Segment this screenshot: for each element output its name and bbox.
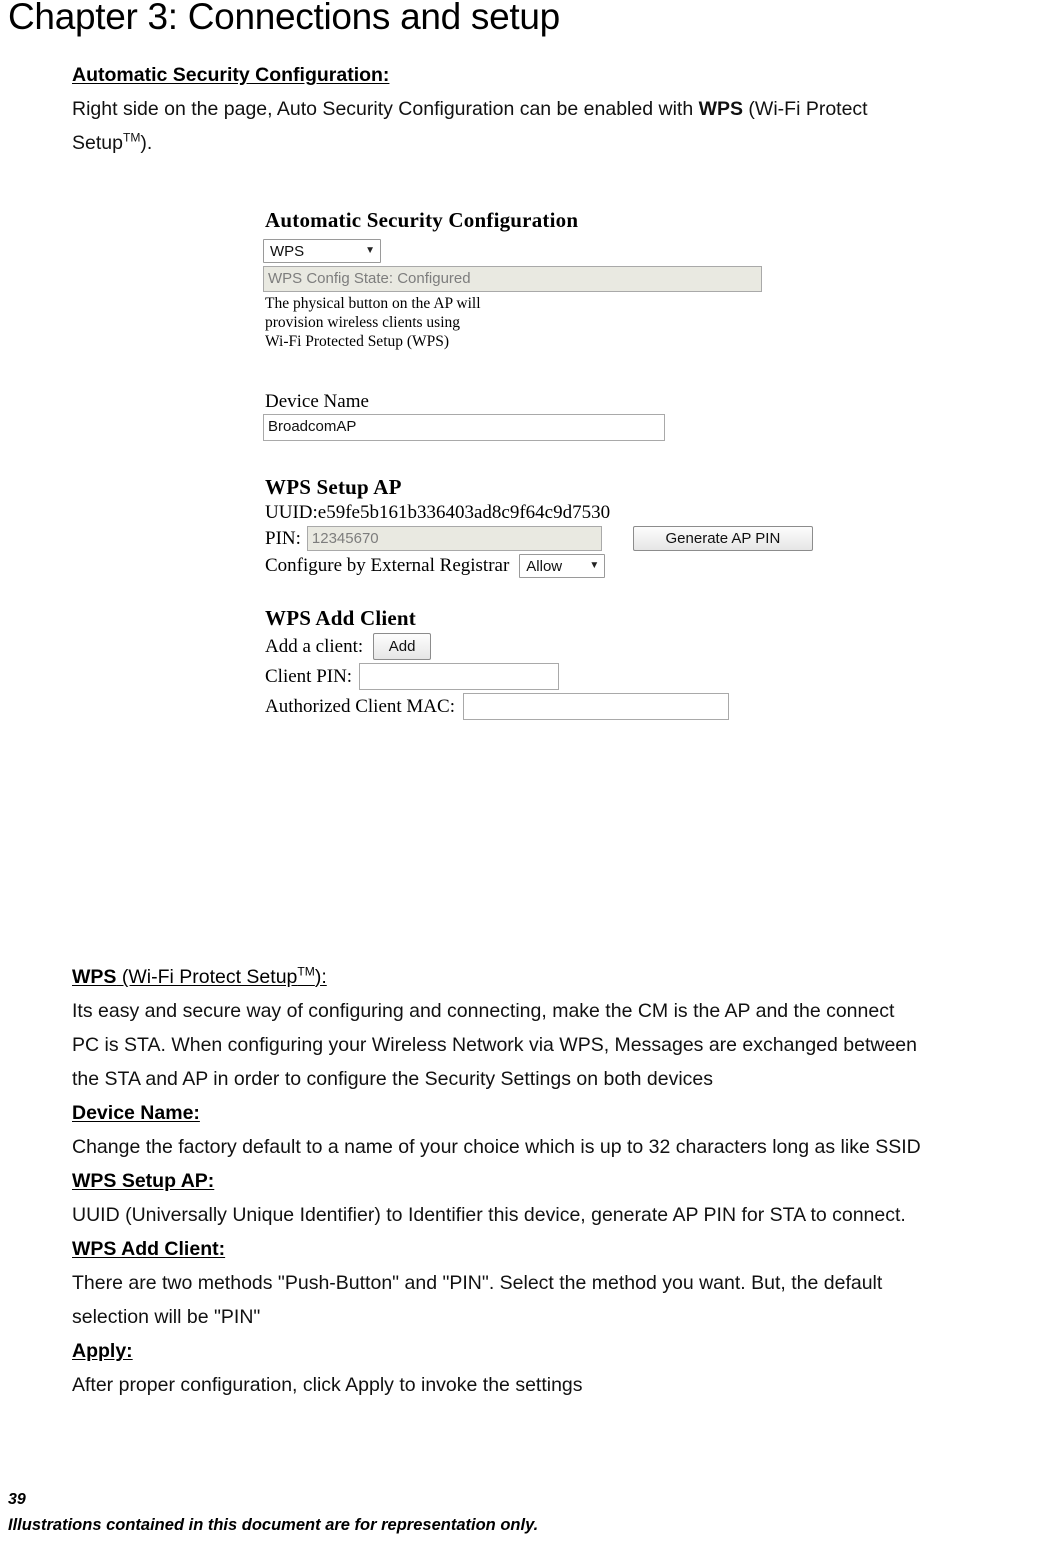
- section-body-device-name: Change the factory default to a name of …: [72, 1136, 921, 1158]
- page-number: 39: [8, 1491, 26, 1508]
- section-heading-wps-plain-before: (Wi-Fi Protect Setup: [116, 966, 298, 988]
- explanation-sections: WPS (Wi-Fi Protect SetupTM): Its easy an…: [72, 960, 1058, 1402]
- section-body-wps-line-1: Its easy and secure way of configuring a…: [72, 1000, 895, 1022]
- section-body-wps: Its easy and secure way of configuring a…: [72, 994, 1058, 1096]
- section-body-apply: After proper configuration, click Apply …: [72, 1374, 583, 1396]
- intro-wps-bold: WPS: [698, 98, 744, 120]
- generate-ap-pin-button[interactable]: Generate AP PIN: [632, 526, 813, 551]
- add-client-label: Add a client:: [265, 635, 364, 657]
- intro-paragraph: Right side on the page, Auto Security Co…: [72, 92, 1058, 160]
- section-heading-apply: Apply:: [72, 1340, 133, 1362]
- intro-line1-after: (Wi-Fi Protect: [743, 98, 868, 120]
- wps-help-note-line-1: The physical button on the AP will: [265, 295, 481, 312]
- section-heading-wps-add-client: WPS Add Client:: [72, 1238, 226, 1260]
- client-mac-input[interactable]: [462, 693, 729, 720]
- section-body-wps-add-client-line-1: There are two methods "Push-Button" and …: [72, 1272, 883, 1294]
- client-pin-label: Client PIN:: [265, 665, 353, 687]
- intro-line2-after: ).: [140, 132, 153, 154]
- intro-line1-before: Right side on the page, Auto Security Co…: [72, 98, 699, 120]
- page-footer: 39 Illustrations contained in this docum…: [8, 1490, 1048, 1536]
- chevron-down-icon: ▼: [365, 245, 375, 256]
- ap-pin-row: PIN: 12345670 Generate AP PIN: [265, 526, 823, 551]
- embed-section-title-automatic-security: Automatic Security Configuration: [265, 208, 579, 232]
- client-mac-row: Authorized Client MAC:: [265, 693, 823, 720]
- section-body-wps-setup-ap: UUID (Universally Unique Identifier) to …: [72, 1204, 906, 1226]
- add-client-row: Add a client: Add: [265, 633, 823, 660]
- device-name-label: Device Name: [265, 391, 369, 412]
- embed-section-title-wps-setup-ap: WPS Setup AP: [265, 475, 402, 499]
- wps-help-note-line-3: Wi-Fi Protected Setup (WPS): [265, 333, 450, 350]
- trademark-icon: TM: [122, 130, 141, 145]
- wps-config-state-field: WPS Config State: Configured: [263, 266, 762, 292]
- ap-pin-input[interactable]: 12345670: [306, 526, 602, 551]
- section-heading-wps-plain-after: ):: [314, 966, 327, 988]
- uuid-value: e59fe5b161b336403ad8c9f64c9d7530: [317, 502, 611, 523]
- add-client-button[interactable]: Add: [373, 633, 432, 660]
- external-registrar-select[interactable]: Allow ▼: [519, 554, 606, 578]
- client-mac-label: Authorized Client MAC:: [265, 695, 455, 717]
- section-heading-wps: WPS (Wi-Fi Protect SetupTM):: [72, 960, 1058, 994]
- security-mode-select[interactable]: WPS ▼: [263, 239, 381, 263]
- section-heading-device-name: Device Name:: [72, 1102, 200, 1124]
- intro-heading: Automatic Security Configuration:: [72, 64, 390, 86]
- embed-section-title-wps-add-client: WPS Add Client: [265, 606, 416, 630]
- intro-section: Automatic Security Configuration: Right …: [72, 58, 1058, 160]
- section-heading-wps-bold: WPS: [72, 966, 117, 988]
- client-pin-input[interactable]: [359, 663, 560, 690]
- footer-disclaimer: Illustrations contained in this document…: [8, 1516, 539, 1534]
- page-title: Chapter 3: Connections and setup: [8, 0, 560, 37]
- section-body-wps-line-3: the STA and AP in order to configure the…: [72, 1068, 714, 1090]
- device-name-input[interactable]: BroadcomAP: [263, 414, 665, 441]
- trademark-icon: TM: [297, 964, 315, 979]
- uuid-line: UUID:e59fe5b161b336403ad8c9f64c9d7530: [265, 502, 823, 524]
- embedded-router-ui-screenshot: Automatic Security Configuration WPS ▼ W…: [263, 208, 823, 720]
- security-mode-value: WPS: [270, 242, 305, 260]
- intro-line2-before: Setup: [72, 132, 123, 154]
- external-registrar-label: Configure by External Registrar: [265, 555, 510, 576]
- section-body-wps-add-client-line-2: selection will be "PIN": [72, 1306, 261, 1328]
- external-registrar-row: Configure by External Registrar Allow ▼: [265, 554, 823, 578]
- chevron-down-icon: ▼: [589, 560, 600, 571]
- wps-help-note-line-2: provision wireless clients using: [265, 314, 461, 331]
- section-heading-wps-setup-ap: WPS Setup AP:: [72, 1170, 215, 1192]
- ap-pin-label: PIN:: [265, 527, 301, 549]
- uuid-label: UUID:: [265, 502, 318, 523]
- external-registrar-value: Allow: [526, 557, 563, 575]
- section-body-wps-add-client: There are two methods "Push-Button" and …: [72, 1266, 1058, 1334]
- client-pin-row: Client PIN:: [265, 663, 823, 690]
- wps-help-note: The physical button on the AP will provi…: [265, 294, 823, 351]
- section-body-wps-line-2: PC is STA. When configuring your Wireles…: [72, 1034, 917, 1056]
